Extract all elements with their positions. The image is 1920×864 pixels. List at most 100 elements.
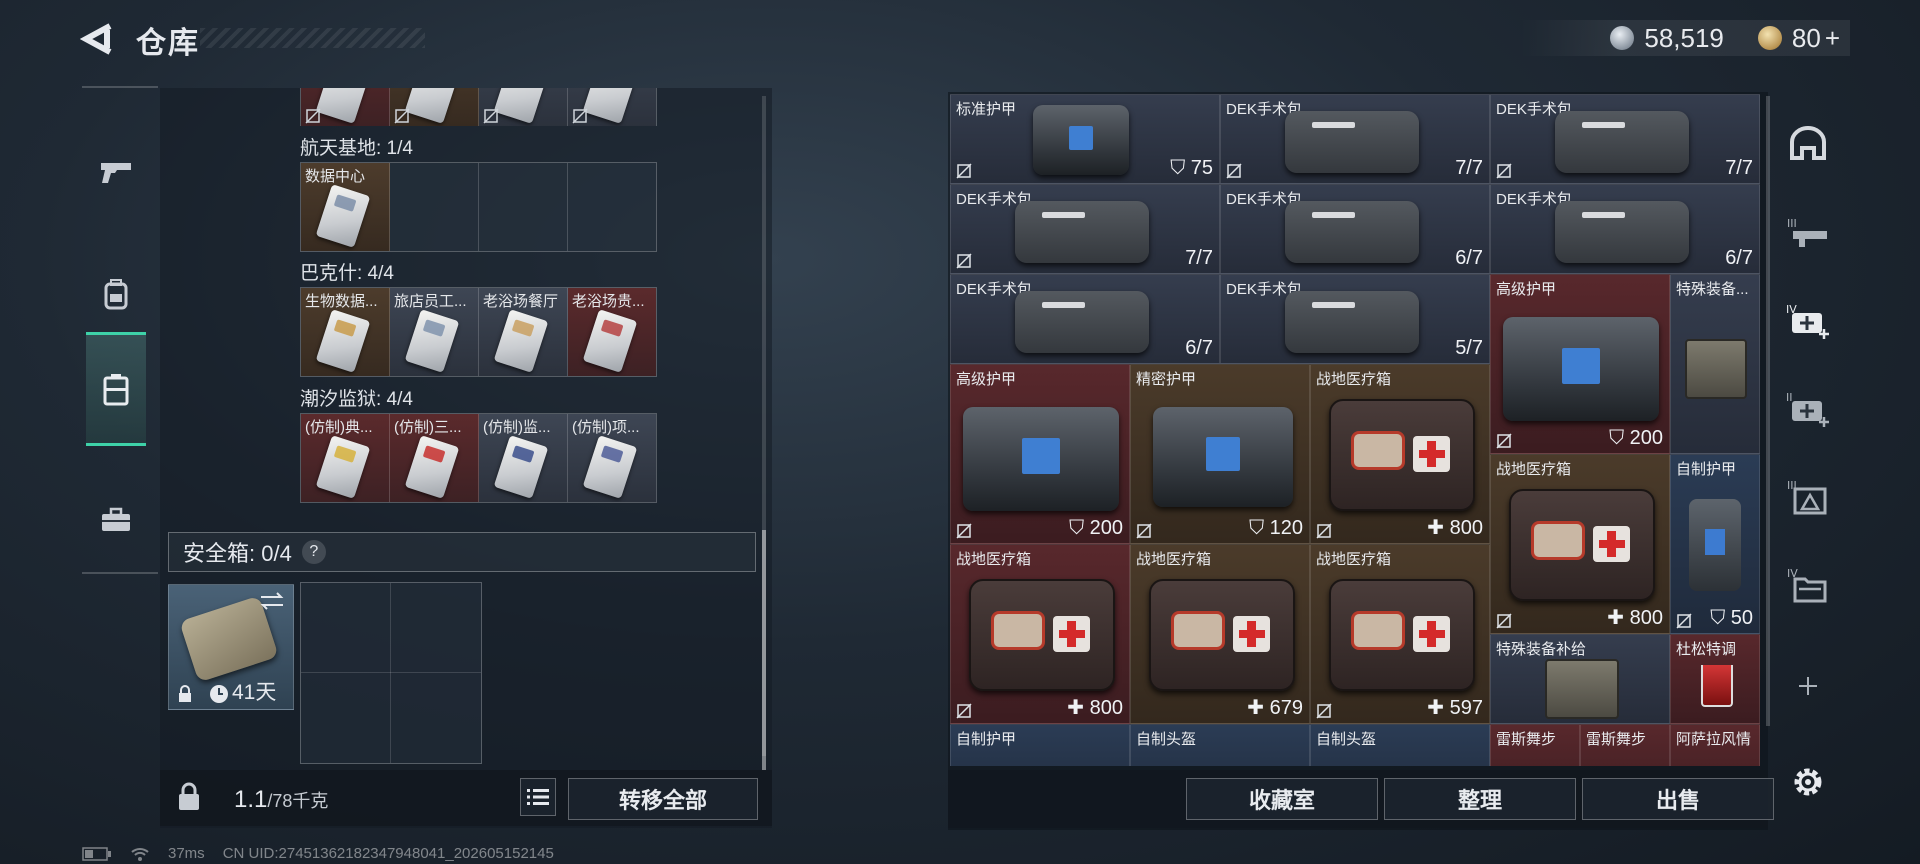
no-loot-icon — [956, 163, 972, 179]
inventory-item[interactable]: 高级护甲 ⛉ 200 — [1490, 274, 1670, 454]
shield-icon: ⛉ — [1249, 517, 1265, 539]
inventory-item[interactable]: 雷斯舞步 — [1490, 724, 1580, 766]
inventory-item[interactable]: DEK手术包 6/7 — [950, 274, 1220, 364]
inventory-scrollbar[interactable] — [1766, 96, 1770, 726]
collection-grid-aerospace: 数据中心 — [300, 162, 657, 252]
equipment-case-image — [1685, 339, 1747, 399]
inventory-item[interactable]: 精密护甲 ⛉ 120 — [1130, 364, 1310, 544]
filter-helmet[interactable] — [1780, 114, 1836, 174]
organize-button[interactable]: 整理 — [1384, 778, 1576, 820]
inventory-item[interactable]: DEK手术包 6/7 — [1490, 184, 1760, 274]
left-category-rail — [82, 86, 158, 574]
inventory-item[interactable]: 杜松特调 — [1670, 634, 1760, 724]
inventory-item[interactable]: 战地医疗箱 ✚ 679 — [1130, 544, 1310, 724]
sell-button[interactable]: 出售 — [1582, 778, 1774, 820]
safe-box-help-button[interactable]: ? — [301, 540, 326, 564]
back-button[interactable] — [79, 22, 114, 56]
add-filter-button[interactable] — [1780, 656, 1836, 716]
surgical-kit-image — [1015, 201, 1149, 263]
capacity-readout: 1.1/78千克 — [234, 786, 329, 813]
padlock-icon[interactable] — [176, 782, 202, 812]
inventory-item[interactable]: 特殊装备... — [1670, 274, 1760, 454]
settings-button[interactable] — [1780, 752, 1836, 812]
briefcase-icon — [102, 507, 130, 531]
swap-icon[interactable] — [259, 591, 285, 611]
list-view-button[interactable] — [520, 778, 556, 816]
collection-slot[interactable] — [301, 88, 390, 126]
filter-folder-tier4[interactable]: IV — [1780, 554, 1836, 614]
inventory-item[interactable]: DEK手术包 5/7 — [1220, 274, 1490, 364]
no-loot-icon — [1316, 703, 1332, 719]
list-icon — [527, 789, 549, 805]
add-gold-button[interactable]: + — [1825, 23, 1840, 54]
inventory-item[interactable]: 雷斯舞步 — [1580, 724, 1670, 766]
rail-weapons[interactable] — [86, 118, 146, 226]
gold-coin-icon — [1757, 26, 1782, 50]
armor-image — [1503, 317, 1659, 421]
inventory-item[interactable]: 自制头盔 — [1310, 724, 1490, 766]
inventory-item[interactable]: 标准护甲 ⛉ 75 — [950, 94, 1220, 184]
collection-slot[interactable] — [568, 163, 656, 251]
collection-label-aerospace: 航天基地: 1/4 — [300, 138, 413, 159]
no-loot-icon — [1136, 523, 1152, 539]
safe-box-duration: 41天 — [232, 681, 277, 704]
inventory-item[interactable]: 战地医疗箱 ✚ 800 — [1490, 454, 1670, 634]
collection-slot[interactable]: 老浴场贵... — [568, 288, 656, 376]
clock-icon — [210, 685, 228, 703]
no-loot-icon — [956, 523, 972, 539]
inventory-item[interactable]: DEK手术包 7/7 — [1490, 94, 1760, 184]
no-loot-icon — [1496, 433, 1512, 449]
inventory-item[interactable]: 战地医疗箱 ✚ 597 — [1310, 544, 1490, 724]
status-bar: 37ms CN UID:27451362182347948041_2026051… — [82, 845, 554, 862]
add-icon — [1799, 677, 1817, 695]
inventory-item[interactable]: DEK手术包 7/7 — [1220, 94, 1490, 184]
collection-slot[interactable] — [390, 163, 479, 251]
plus-icon: ✚ — [1427, 697, 1445, 719]
inventory-item[interactable]: 战地医疗箱 ✚ 800 — [950, 544, 1130, 724]
rail-briefcase[interactable] — [86, 466, 146, 574]
currency-bar: 58,519 80 + — [1520, 20, 1850, 56]
collection-slot[interactable]: (仿制)监... — [479, 414, 568, 502]
battery-icon — [82, 846, 111, 861]
container-scroll-thumb[interactable] — [762, 530, 766, 770]
collection-slot[interactable] — [390, 88, 479, 126]
filter-weapon-tier3[interactable]: III — [1780, 202, 1836, 262]
inventory-item[interactable]: 特殊装备补给 — [1490, 634, 1670, 724]
collection-slot[interactable]: (仿制)三... — [390, 414, 479, 502]
collection-slot[interactable]: 数据中心 — [301, 163, 390, 251]
inventory-item[interactable]: DEK手术包 6/7 — [1220, 184, 1490, 274]
transfer-all-button[interactable]: 转移全部 — [568, 778, 758, 820]
folder-tier4-icon: IV — [1787, 567, 1827, 603]
inventory-item[interactable]: 阿萨拉风情 — [1670, 724, 1760, 766]
collection-slot[interactable]: 老浴场餐厅 — [479, 288, 568, 376]
collection-room-button[interactable]: 收藏室 — [1186, 778, 1378, 820]
collection-slot[interactable]: (仿制)项... — [568, 414, 656, 502]
no-loot-icon — [1676, 613, 1692, 629]
medkit-image — [1329, 399, 1475, 511]
collection-slot[interactable]: (仿制)典... — [301, 414, 390, 502]
inventory-item[interactable]: 自制护甲 ⛉ 50 — [1670, 454, 1760, 634]
safe-box-item[interactable]: 41天 — [168, 584, 294, 710]
safe-box-grid[interactable] — [300, 582, 482, 764]
rail-container[interactable] — [86, 332, 146, 446]
safe-box-label: 安全箱: 0/4 — [183, 541, 292, 566]
collection-slot[interactable] — [568, 88, 656, 126]
collection-slot[interactable]: 旅店员工... — [390, 288, 479, 376]
inventory-item[interactable]: DEK手术包 7/7 — [950, 184, 1220, 274]
inventory-item[interactable]: 自制头盔 — [1130, 724, 1310, 766]
helmet-slot-icon — [1790, 126, 1826, 160]
inventory-item[interactable]: 战地医疗箱 ✚ 800 — [1310, 364, 1490, 544]
collection-slot[interactable] — [479, 163, 568, 251]
right-filter-rail: III IV II III IV — [1780, 92, 1836, 832]
safe-box-header: 安全箱: 0/4 ? — [168, 532, 756, 572]
svg-text:III: III — [1787, 217, 1797, 230]
med-tier4-add-icon: IV — [1786, 303, 1829, 339]
collection-slot[interactable]: 生物数据... — [301, 288, 390, 376]
filter-med-tier4[interactable]: IV — [1780, 290, 1836, 350]
silver-amount: 58,519 — [1644, 22, 1724, 53]
inventory-item[interactable]: 高级护甲 ⛉ 200 — [950, 364, 1130, 544]
filter-med-tier2[interactable]: II — [1780, 378, 1836, 438]
filter-armor-tier3[interactable]: III — [1780, 466, 1836, 526]
collection-slot[interactable] — [479, 88, 568, 126]
inventory-item[interactable]: 自制护甲 — [950, 724, 1130, 766]
